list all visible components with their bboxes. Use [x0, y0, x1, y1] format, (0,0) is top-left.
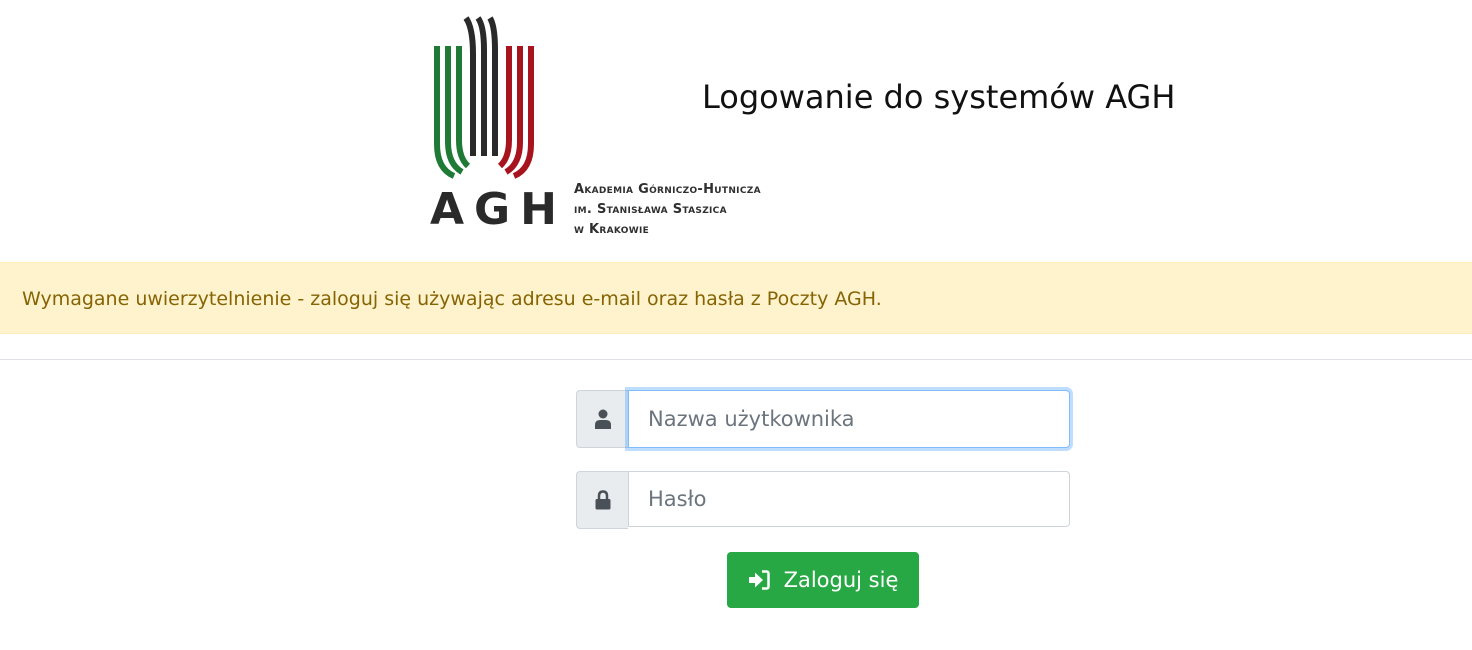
logo-subtitle-line: Akademia Górniczo-Hutnicza	[574, 182, 761, 197]
logo-subtitle-line: im. Stanisława Staszica	[574, 202, 727, 217]
divider	[0, 359, 1472, 360]
password-input[interactable]	[628, 471, 1070, 527]
login-button[interactable]: Zaloguj się	[727, 552, 919, 608]
user-icon	[576, 390, 628, 448]
page-header: AGH Akademia Górniczo-Hutnicza im. Stani…	[0, 0, 1472, 262]
username-group	[576, 390, 1070, 448]
login-button-label: Zaloguj się	[783, 568, 899, 592]
logo-subtitle-line: w Krakowie	[574, 222, 650, 237]
page-title: Logowanie do systemów AGH	[702, 78, 1176, 116]
username-input[interactable]	[628, 390, 1070, 448]
sign-in-icon	[748, 570, 770, 590]
agh-logo: AGH Akademia Górniczo-Hutnicza im. Stani…	[428, 14, 808, 238]
password-group	[576, 471, 1070, 529]
agh-logo-emblem	[434, 16, 534, 179]
auth-required-alert: Wymagane uwierzytelnienie - zaloguj się …	[0, 262, 1472, 334]
lock-icon	[576, 471, 628, 529]
logo-letters: AGH	[430, 184, 567, 235]
logo-subtitle: Akademia Górniczo-Hutnicza im. Stanisław…	[574, 180, 761, 240]
